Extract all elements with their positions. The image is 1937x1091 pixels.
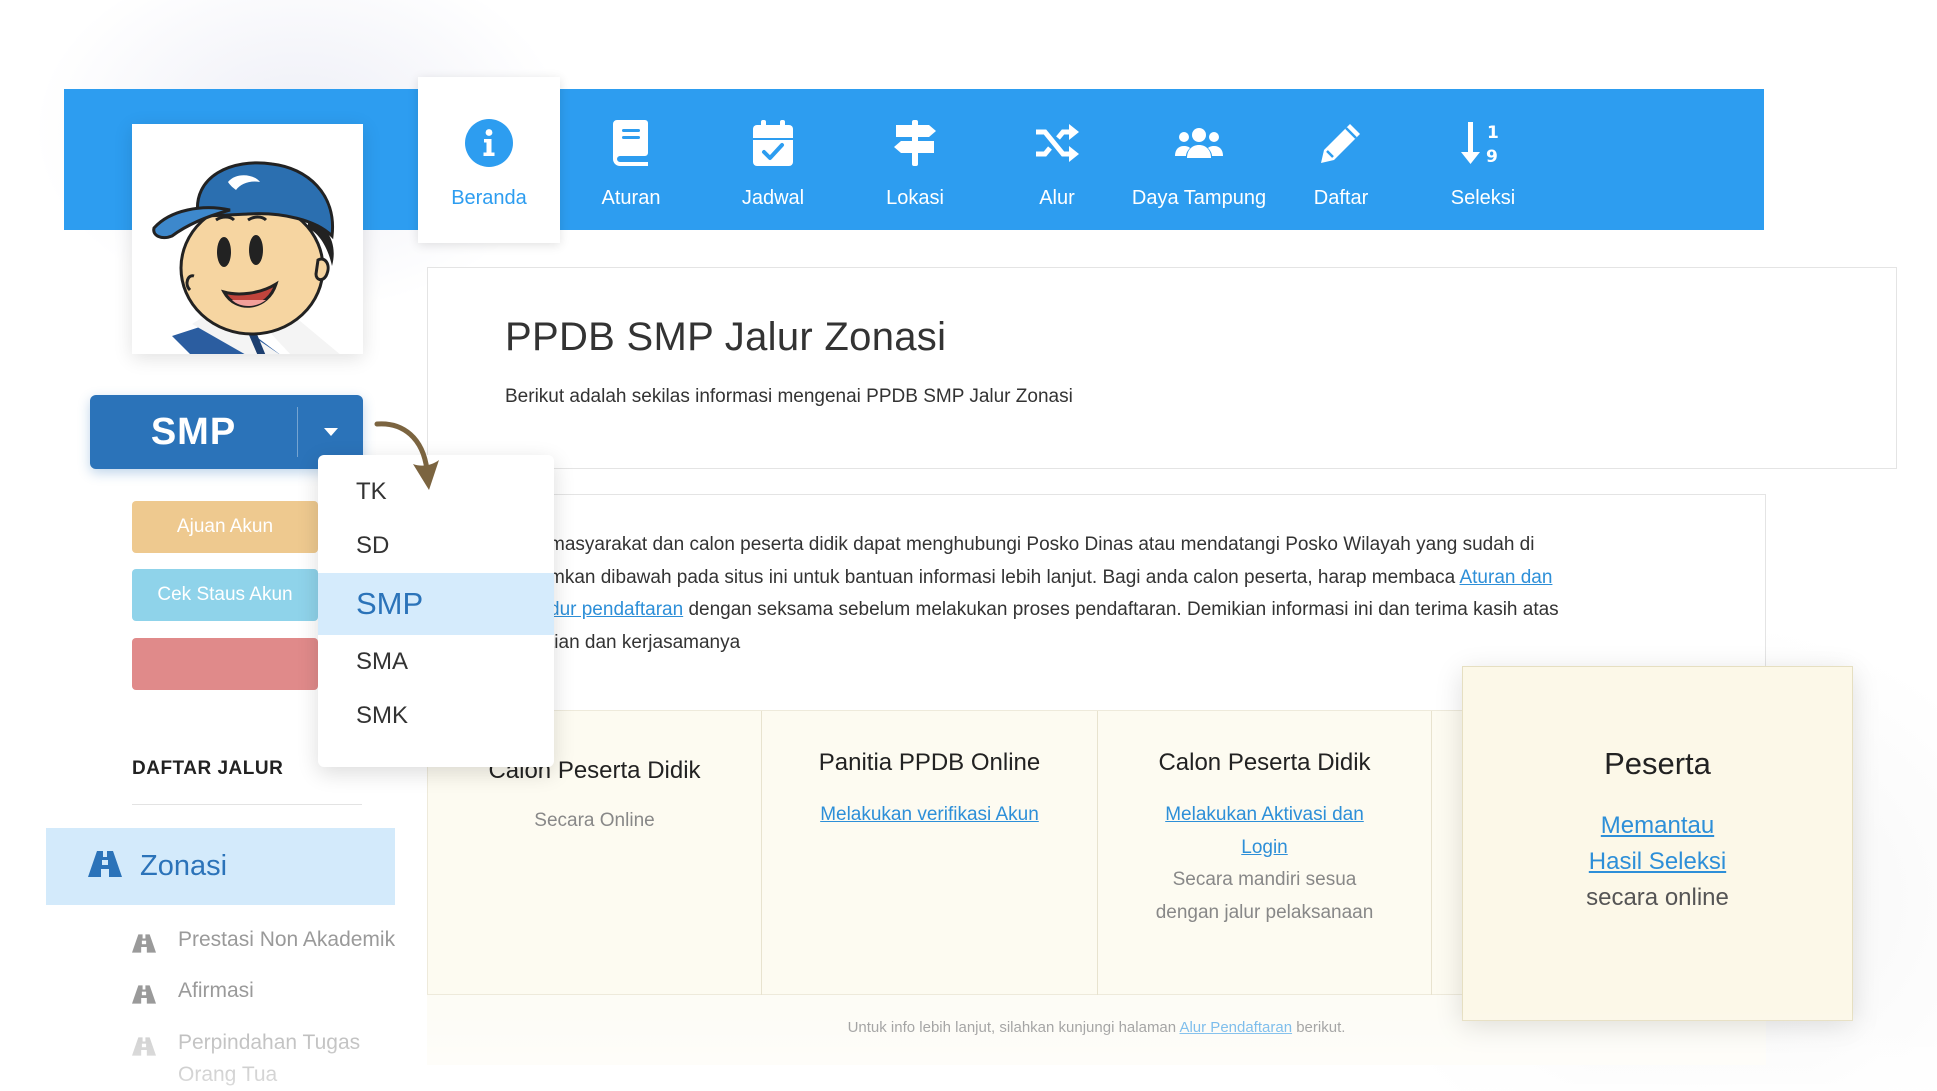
jalur-item-perpindahan-tugas[interactable]: Perpindahan Tugas Orang Tua	[132, 1027, 408, 1091]
level-option-sd[interactable]: SD	[318, 519, 554, 573]
aturan-link[interactable]: Aturan dan	[1459, 567, 1552, 588]
peserta-body: Memantau Hasil Seleksi secara online	[1463, 808, 1852, 916]
level-dropdown-menu: TK SD SMP SMA SMK	[318, 455, 554, 767]
road-icon	[132, 924, 156, 963]
jalur-label: Perpindahan Tugas Orang Tua	[178, 1031, 361, 1086]
level-option-sma[interactable]: SMA	[318, 635, 554, 689]
road-icon	[132, 975, 156, 1014]
step-card: Panitia PPDB Online Melakukan verifikasi…	[762, 711, 1098, 996]
nav-tab-label: Seleksi	[1450, 187, 1516, 209]
mascot-illustration	[152, 161, 340, 354]
alur-pendaftaran-link[interactable]: Alur Pendaftaran	[1179, 1019, 1292, 1036]
divider	[132, 804, 362, 805]
hasil-seleksi-link[interactable]: Hasil Seleksi	[1589, 848, 1726, 875]
nav-tab-label: Alur	[1039, 187, 1075, 209]
nav-tab-beranda[interactable]: Beranda	[418, 77, 560, 243]
peserta-card: Peserta Memantau Hasil Seleksi secara on…	[1462, 666, 1853, 1021]
info-circle-icon	[464, 117, 514, 169]
sort-numeric-icon: 19	[1461, 117, 1505, 169]
info-text: masyarakat dan calon peserta didik dapat…	[549, 529, 1659, 659]
users-icon	[1175, 117, 1223, 169]
jalur-label: Afirmasi	[178, 979, 254, 1002]
level-option-smk[interactable]: SMK	[318, 689, 554, 743]
step-title: Calon Peserta Didik	[1158, 749, 1371, 776]
step-body: Melakukan Aktivasi dan Login Secara mand…	[1098, 799, 1431, 929]
sidebar-action-button[interactable]	[132, 638, 318, 690]
nav-tab-label: Daya Tampung	[1131, 187, 1267, 209]
cek-status-akun-button[interactable]: Cek Staus Akun	[132, 569, 318, 621]
nav-tab-label: Lokasi	[886, 187, 944, 209]
info-text-part: masyarakat dan calon peserta didik dapat…	[549, 534, 1535, 555]
curved-arrow-icon	[374, 421, 439, 490]
jalur-label: Prestasi Non Akademik	[178, 928, 396, 951]
aktivasi-login-link[interactable]: Melakukan Aktivasi dan Login	[1165, 804, 1364, 858]
nav-tab-aturan[interactable]: Aturan	[560, 77, 702, 243]
svg-text:9: 9	[1486, 147, 1498, 166]
page-header-card: PPDB SMP Jalur Zonasi Berikut adalah sek…	[427, 267, 1897, 469]
page-title: PPDB SMP Jalur Zonasi	[505, 315, 947, 359]
info-text-part: mkan dibawah pada situs ini untuk bantua…	[549, 566, 1456, 588]
book-icon	[612, 117, 650, 169]
jalur-item-prestasi-non-akademik[interactable]: Prestasi Non Akademik	[132, 924, 408, 963]
step-title: Panitia PPDB Online	[818, 749, 1041, 776]
jalur-item-afirmasi[interactable]: Afirmasi	[132, 975, 408, 1014]
road-icon	[132, 1027, 156, 1066]
footer-text: berikut.	[1296, 1019, 1346, 1036]
nav-tab-lokasi[interactable]: Lokasi	[844, 77, 986, 243]
nav-tab-daftar[interactable]: Daftar	[1270, 77, 1412, 243]
verifikasi-akun-link[interactable]: Melakukan verifikasi Akun	[820, 804, 1039, 825]
ajuan-akun-button[interactable]: Ajuan Akun	[132, 501, 318, 553]
memantau-link[interactable]: Memantau	[1601, 812, 1714, 839]
info-text-part: tian dan kerjasamanya	[549, 631, 741, 653]
info-text-part: dengan seksama sebelum melakukan proses …	[688, 599, 1559, 620]
shuffle-icon	[1034, 117, 1080, 169]
calendar-check-icon	[753, 117, 793, 169]
signpost-icon	[893, 117, 937, 169]
step-body: Melakukan verifikasi Akun	[762, 799, 1097, 832]
main-nav: Beranda Aturan Jadwal Lokasi Alur Daya T…	[418, 77, 1554, 243]
road-icon	[88, 851, 122, 882]
level-selected: SMP	[150, 410, 237, 453]
level-option-smp[interactable]: SMP	[318, 573, 554, 635]
peserta-title: Peserta	[1604, 746, 1711, 781]
avatar	[132, 124, 363, 354]
step-text: Secara Online	[534, 810, 655, 831]
nav-tab-seleksi[interactable]: 19 Seleksi	[1412, 77, 1554, 243]
nav-tab-label: Jadwal	[741, 187, 805, 209]
nav-tab-label: Aturan	[601, 187, 661, 209]
svg-text:1: 1	[1487, 123, 1499, 143]
footer-text: Untuk info lebih lanjut, silahkan kunjun…	[847, 1019, 1177, 1036]
jalur-item-zonasi[interactable]: Zonasi	[46, 828, 395, 905]
peserta-text: secara online	[1586, 884, 1729, 911]
prosedur-link[interactable]: dur pendaftaran	[549, 599, 683, 620]
nav-tab-label: Beranda	[451, 187, 527, 209]
caret-down-icon[interactable]	[298, 428, 363, 436]
daftar-jalur-heading: DAFTAR JALUR	[132, 758, 284, 779]
page-subtitle: Berikut adalah sekilas informasi mengena…	[505, 386, 1073, 407]
nav-tab-label: Daftar	[1313, 187, 1369, 209]
nav-tab-alur[interactable]: Alur	[986, 77, 1128, 243]
step-text: Secara mandiri sesua dengan jalur pelaks…	[1155, 869, 1374, 923]
step-card: Calon Peserta Didik Melakukan Aktivasi d…	[1098, 711, 1432, 996]
pencil-icon	[1319, 117, 1363, 169]
nav-tab-jadwal[interactable]: Jadwal	[702, 77, 844, 243]
jalur-label: Zonasi	[140, 850, 228, 882]
nav-tab-daya-tampung[interactable]: Daya Tampung	[1128, 77, 1270, 243]
